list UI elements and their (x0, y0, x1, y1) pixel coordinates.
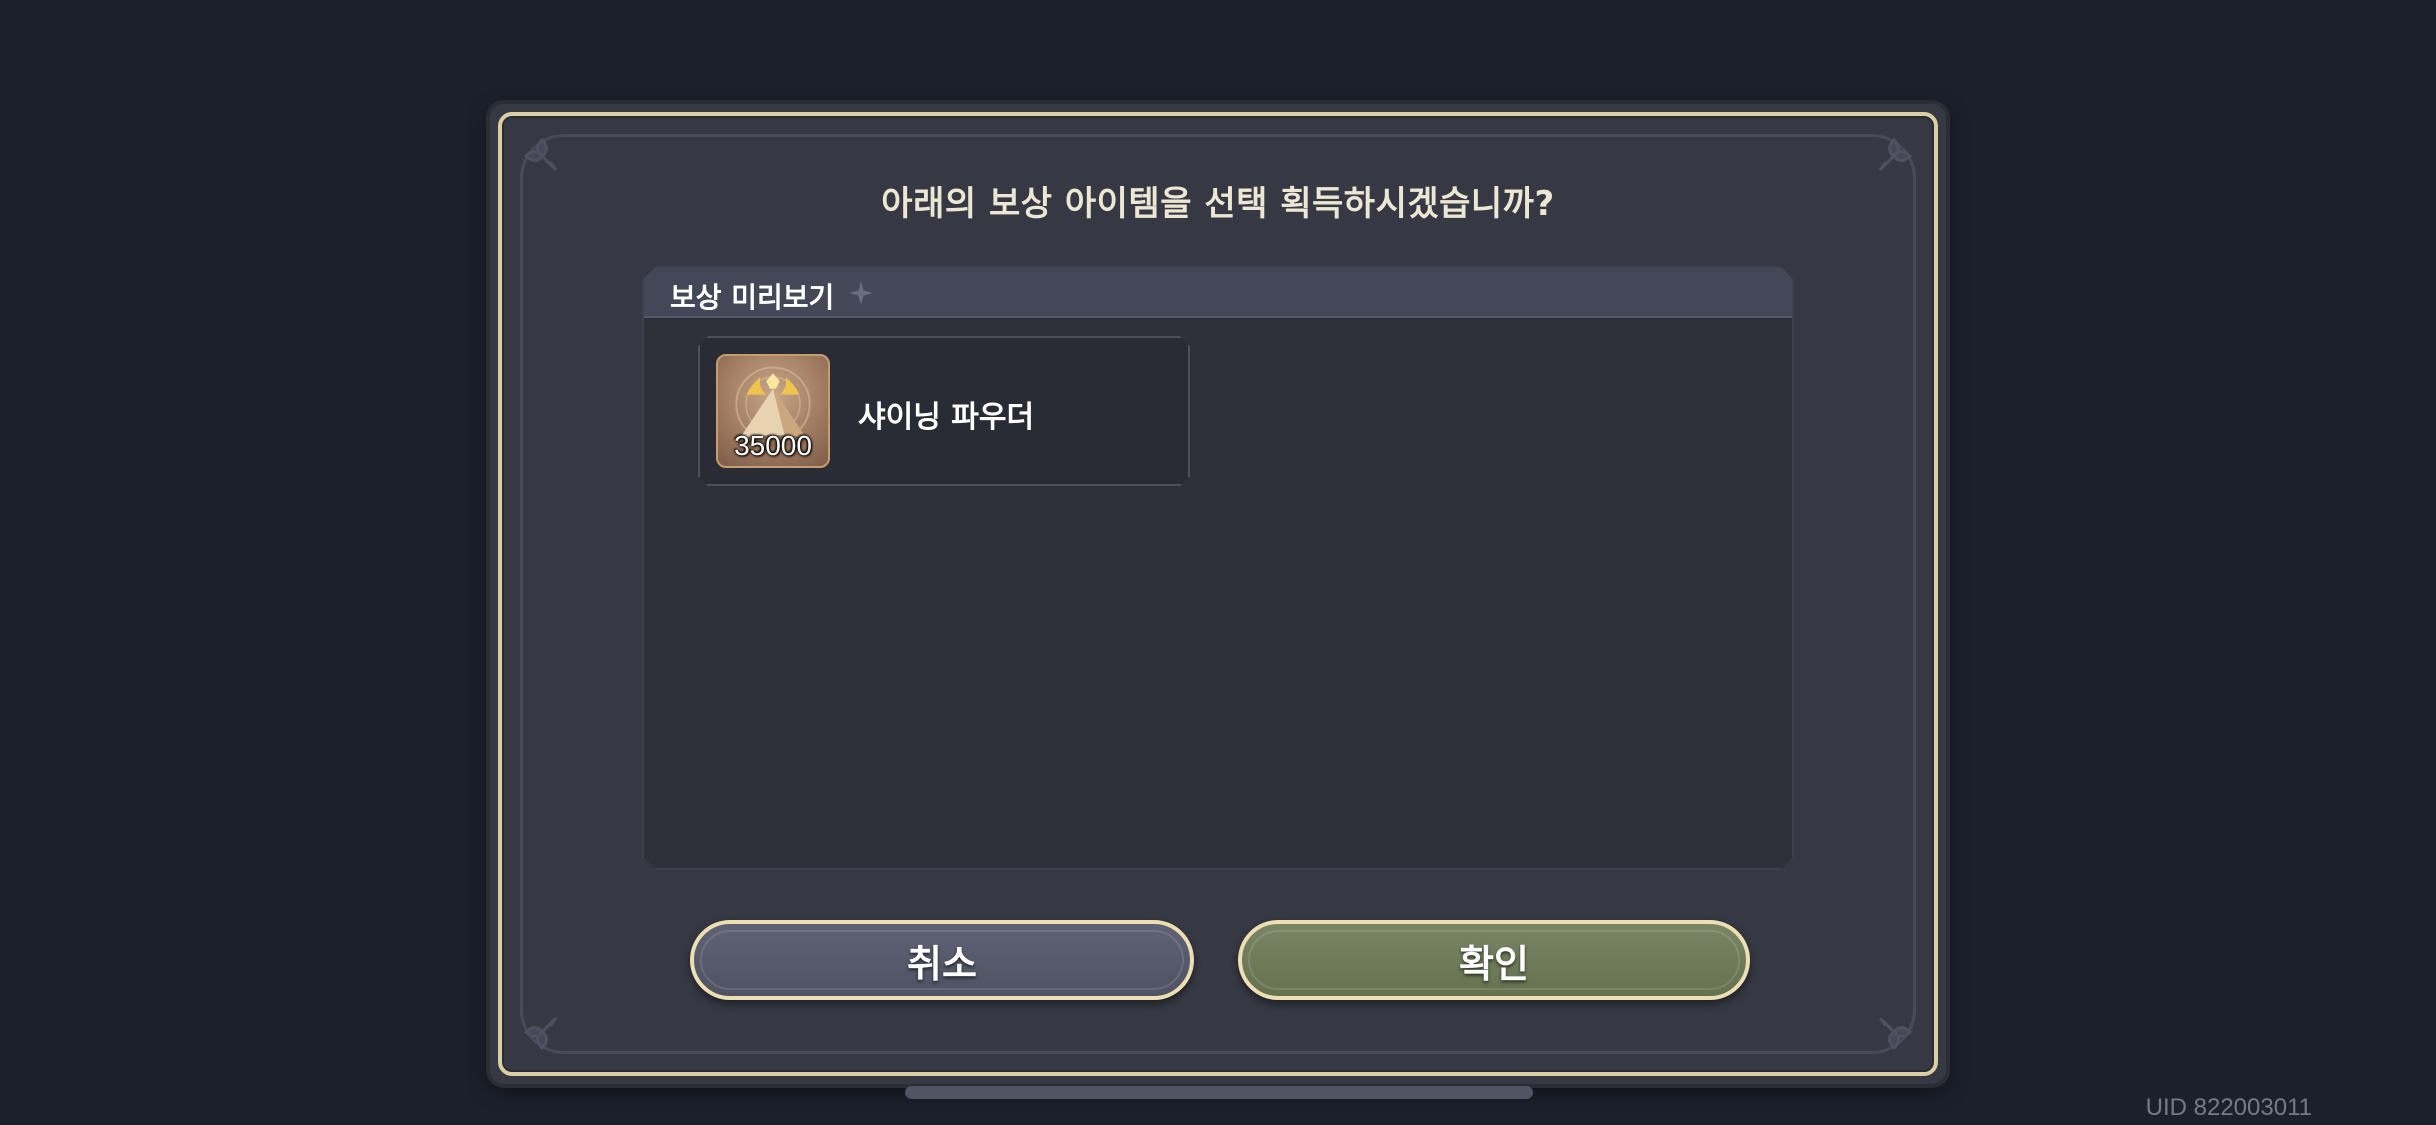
item-quantity: 35000 (734, 430, 812, 461)
dialog-title: 아래의 보상 아이템을 선택 획득하시겠습니까? (881, 184, 1555, 224)
reward-select-dialog: 아래의 보상 아이템을 선택 획득하시겠습니까? 보상 미리보기 35000 샤… (490, 104, 1946, 1084)
corner-ornament-icon (1872, 1010, 1916, 1054)
corner-ornament-icon (1872, 134, 1916, 178)
reward-preview-header: 보상 미리보기 (644, 268, 1792, 318)
sparkle-icon (848, 280, 874, 306)
reward-item-card[interactable]: 35000 샤이닝 파우더 (698, 336, 1190, 486)
shining-powder-icon: 35000 (716, 354, 830, 468)
corner-ornament-icon (520, 134, 564, 178)
corner-ornament-icon (520, 1010, 564, 1054)
cancel-button[interactable]: 취소 (690, 920, 1194, 1000)
reward-preview-title: 보상 미리보기 (670, 281, 835, 314)
confirm-button[interactable]: 확인 (1238, 920, 1750, 1000)
item-name: 샤이닝 파우더 (858, 400, 1035, 435)
uid-label: UID 822003011 (2145, 1094, 2312, 1121)
reward-preview-panel: 보상 미리보기 35000 샤이닝 파우더 (642, 266, 1794, 870)
home-indicator[interactable] (905, 1086, 1533, 1099)
